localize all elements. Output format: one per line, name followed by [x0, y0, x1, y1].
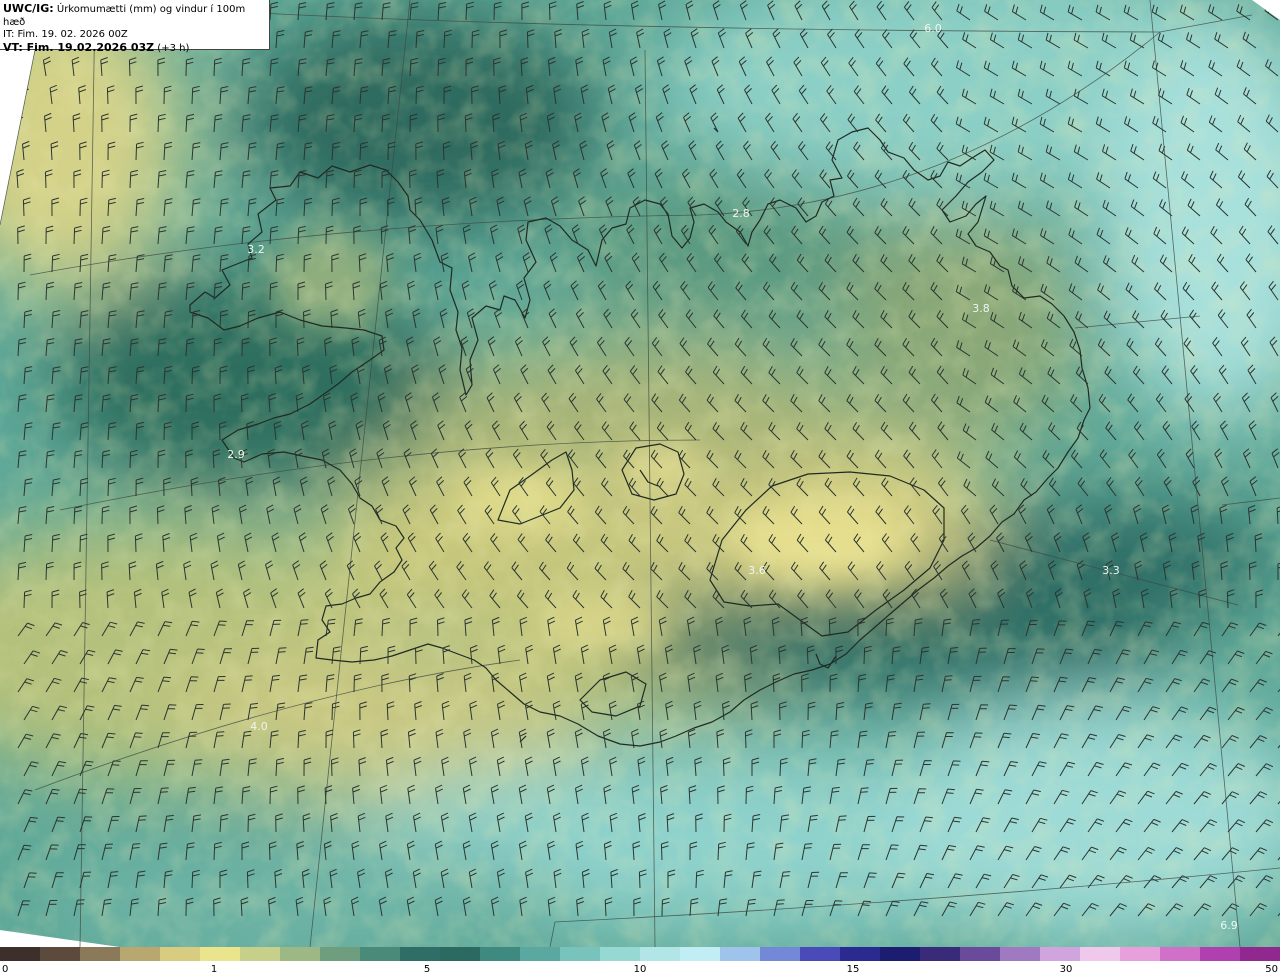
forecast-title-box: UWC/IG: Úrkomumætti (mm) og vindur í 100… — [0, 0, 270, 54]
colorbar-segment — [440, 947, 481, 961]
colorbar-segment — [760, 947, 801, 961]
precipitation-max-label: 3.2 — [247, 243, 265, 256]
colorbar-segment — [1040, 947, 1081, 961]
precipitation-max-label: 6.0 — [924, 22, 942, 35]
colorbar-segment — [1120, 947, 1161, 961]
forecast-map-frame: 3.2 2.8 3.8 3.3 6.9 4.0 2.9 6.0 3.6 UWC/IG: Úrko… — [0, 0, 1280, 978]
colorbar-segment — [0, 947, 41, 961]
colorbar-segment — [1000, 947, 1041, 961]
colorbar-segment — [1160, 947, 1201, 961]
colorbar-segment — [1240, 947, 1280, 961]
colorbar-segment — [880, 947, 921, 961]
colorbar-tick-label: 10 — [633, 964, 647, 975]
colorbar-segment — [400, 947, 441, 961]
colorbar-tick-label: 5 — [423, 964, 431, 975]
colorbar-segment — [160, 947, 201, 961]
colorbar-segment — [120, 947, 161, 961]
colorbar-tick-label: 15 — [846, 964, 860, 975]
colorbar-segment — [840, 947, 881, 961]
colorbar-segment — [240, 947, 281, 961]
lead-time: (+3 h) — [157, 42, 190, 54]
colorbar-tick-label: 50 — [1265, 964, 1278, 975]
colorbar-segment — [960, 947, 1001, 961]
colorbar-strip — [0, 947, 1280, 961]
colorbar-segment — [640, 947, 681, 961]
precipitation-max-label: 4.0 — [250, 720, 268, 733]
colorbar-segment — [520, 947, 561, 961]
colorbar-segment — [480, 947, 521, 961]
colorbar-segment — [1200, 947, 1241, 961]
precipitation-max-label: 3.3 — [1102, 564, 1120, 577]
forecast-map: 3.2 2.8 3.8 3.3 6.9 4.0 2.9 6.0 3.6 — [0, 0, 1280, 947]
colorbar-segment — [200, 947, 241, 961]
valid-time: VT: Fim. 19.02.2026 03Z — [3, 40, 155, 54]
precipitation-field — [0, 0, 1280, 947]
precipitation-max-label: 3.6 — [748, 564, 766, 577]
colorbar-segment — [360, 947, 401, 961]
valid-time-line: VT: Fim. 19.02.2026 03Z (+3 h) — [3, 40, 265, 56]
colorbar-segment — [720, 947, 761, 961]
precipitation-max-label: 3.8 — [972, 302, 990, 315]
colorbar-tick-label: 0 — [2, 964, 9, 975]
colorbar-segment — [40, 947, 81, 961]
precipitation-max-label: 2.8 — [732, 207, 750, 220]
colorbar-segment — [600, 947, 641, 961]
precipitation-max-label: 6.9 — [1220, 919, 1238, 932]
colorbar-segment — [280, 947, 321, 961]
colorbar-segment — [80, 947, 121, 961]
colorbar-segment — [1080, 947, 1121, 961]
colorbar-segment — [680, 947, 721, 961]
colorbar-segment — [320, 947, 361, 961]
colorbar-tick-label: 30 — [1059, 964, 1073, 975]
colorbar-segment — [920, 947, 961, 961]
colorbar-segment — [800, 947, 841, 961]
colorbar-segment — [560, 947, 601, 961]
precipitation-max-label: 2.9 — [227, 448, 245, 461]
title-line: UWC/IG: Úrkomumætti (mm) og vindur í 100… — [3, 2, 265, 29]
colorbar-tick-label: 1 — [210, 964, 218, 975]
model-label: UWC/IG: — [3, 2, 54, 15]
precipitation-colorbar: 0 1 5 10 15 30 50 — [0, 947, 1280, 978]
